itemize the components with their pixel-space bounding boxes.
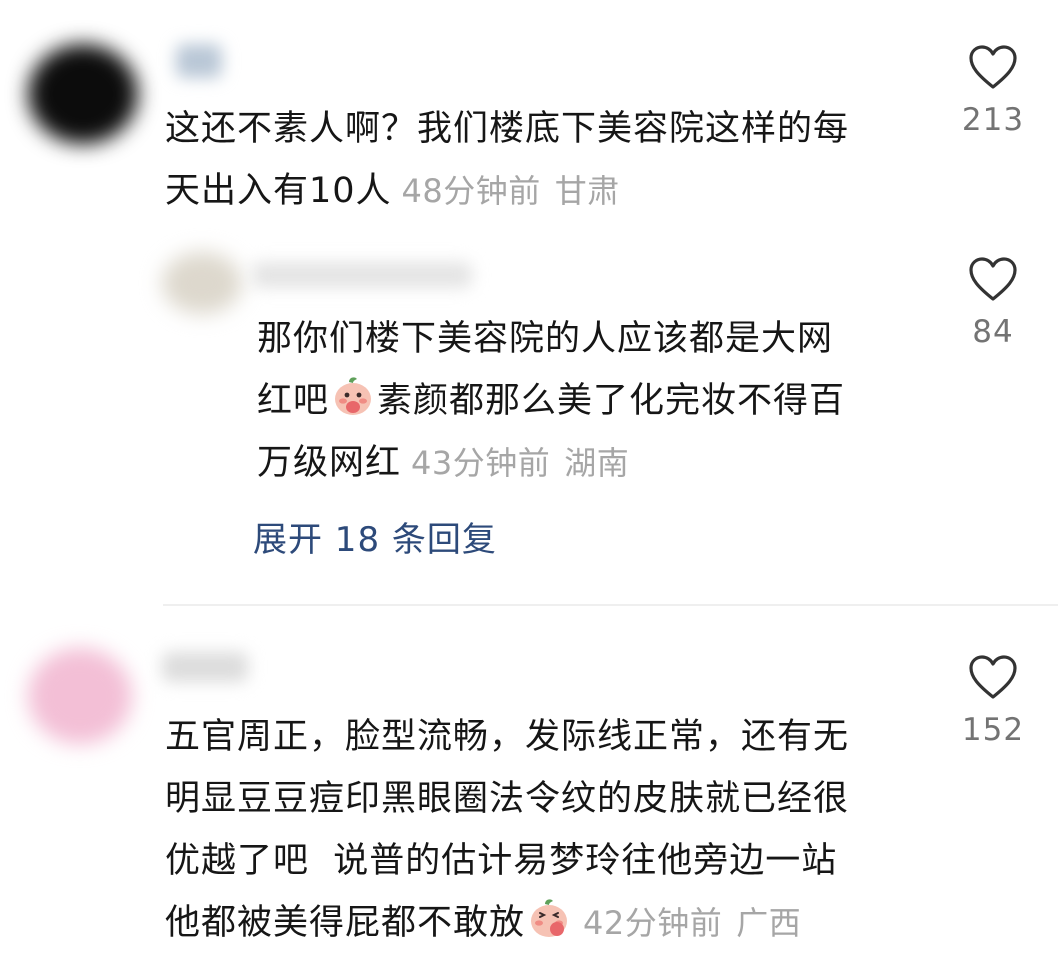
comment-text-line: 五官周正，脸型流畅，发际线正常，还有无 xyxy=(165,717,850,757)
heart-outline-icon xyxy=(969,655,1017,699)
comment-time: 42分钟前 xyxy=(583,904,723,942)
comment-text-line: 素颜都那么美了化完妆不得百 xyxy=(377,381,846,421)
like-button[interactable]: 84 xyxy=(948,256,1038,350)
comment-location: 湖南 xyxy=(564,444,630,482)
comment-meta: 48分钟前 甘肃 xyxy=(402,172,620,210)
expand-replies-link[interactable]: 展开 18 条回复 xyxy=(253,512,497,561)
comment-text-line: 天出入有10人 xyxy=(165,171,392,211)
divider xyxy=(163,604,1058,606)
comment-meta: 43分钟前 湖南 xyxy=(411,444,629,482)
like-button[interactable]: 152 xyxy=(948,654,1038,748)
comment-text: 这还不素人啊？我们楼底下美容院这样的每 天出入有10人 48分钟前 甘肃 xyxy=(165,98,945,222)
comment-text-line: 红吧 xyxy=(257,381,330,421)
username[interactable] xyxy=(252,262,472,288)
avatar[interactable] xyxy=(162,252,242,314)
comment-time: 43分钟前 xyxy=(411,444,551,482)
heart-outline-icon xyxy=(969,257,1017,301)
blushing-peach-emoji-icon xyxy=(531,899,568,937)
username[interactable] xyxy=(162,652,248,682)
comment-text-line: 优越了吧 说普的估计易梦玲往他旁边一站 xyxy=(165,841,838,881)
comment-text-line: 那你们楼下美容院的人应该都是大网 xyxy=(257,319,834,359)
blushing-peach-emoji-icon xyxy=(335,377,372,415)
avatar[interactable] xyxy=(28,44,138,144)
comment-text: 那你们楼下美容院的人应该都是大网 红吧 素颜都那么美了化完妆不得百 万级网红 43… xyxy=(257,308,937,494)
like-count: 84 xyxy=(972,314,1014,350)
comment-location: 广西 xyxy=(736,904,802,942)
comment-text-line: 万级网红 xyxy=(257,443,402,483)
comment-location: 甘肃 xyxy=(554,172,620,210)
comment-text: 五官周正，脸型流畅，发际线正常，还有无 明显豆豆痘印黑眼圈法令纹的皮肤就已经很 … xyxy=(165,706,945,954)
username[interactable] xyxy=(176,44,222,78)
avatar[interactable] xyxy=(28,648,132,744)
comment-text-line: 明显豆豆痘印黑眼圈法令纹的皮肤就已经很 xyxy=(165,779,850,819)
like-count: 213 xyxy=(961,102,1025,138)
comment-text-line: 这还不素人啊？我们楼底下美容院这样的每 xyxy=(165,109,850,149)
comment-time: 48分钟前 xyxy=(401,172,541,210)
comment-meta: 42分钟前 广西 xyxy=(583,904,801,942)
comment-text-line: 他都被美得屁都不敢放 xyxy=(165,903,526,943)
like-count: 152 xyxy=(961,712,1025,748)
heart-outline-icon xyxy=(969,45,1017,89)
like-button[interactable]: 213 xyxy=(948,44,1038,138)
